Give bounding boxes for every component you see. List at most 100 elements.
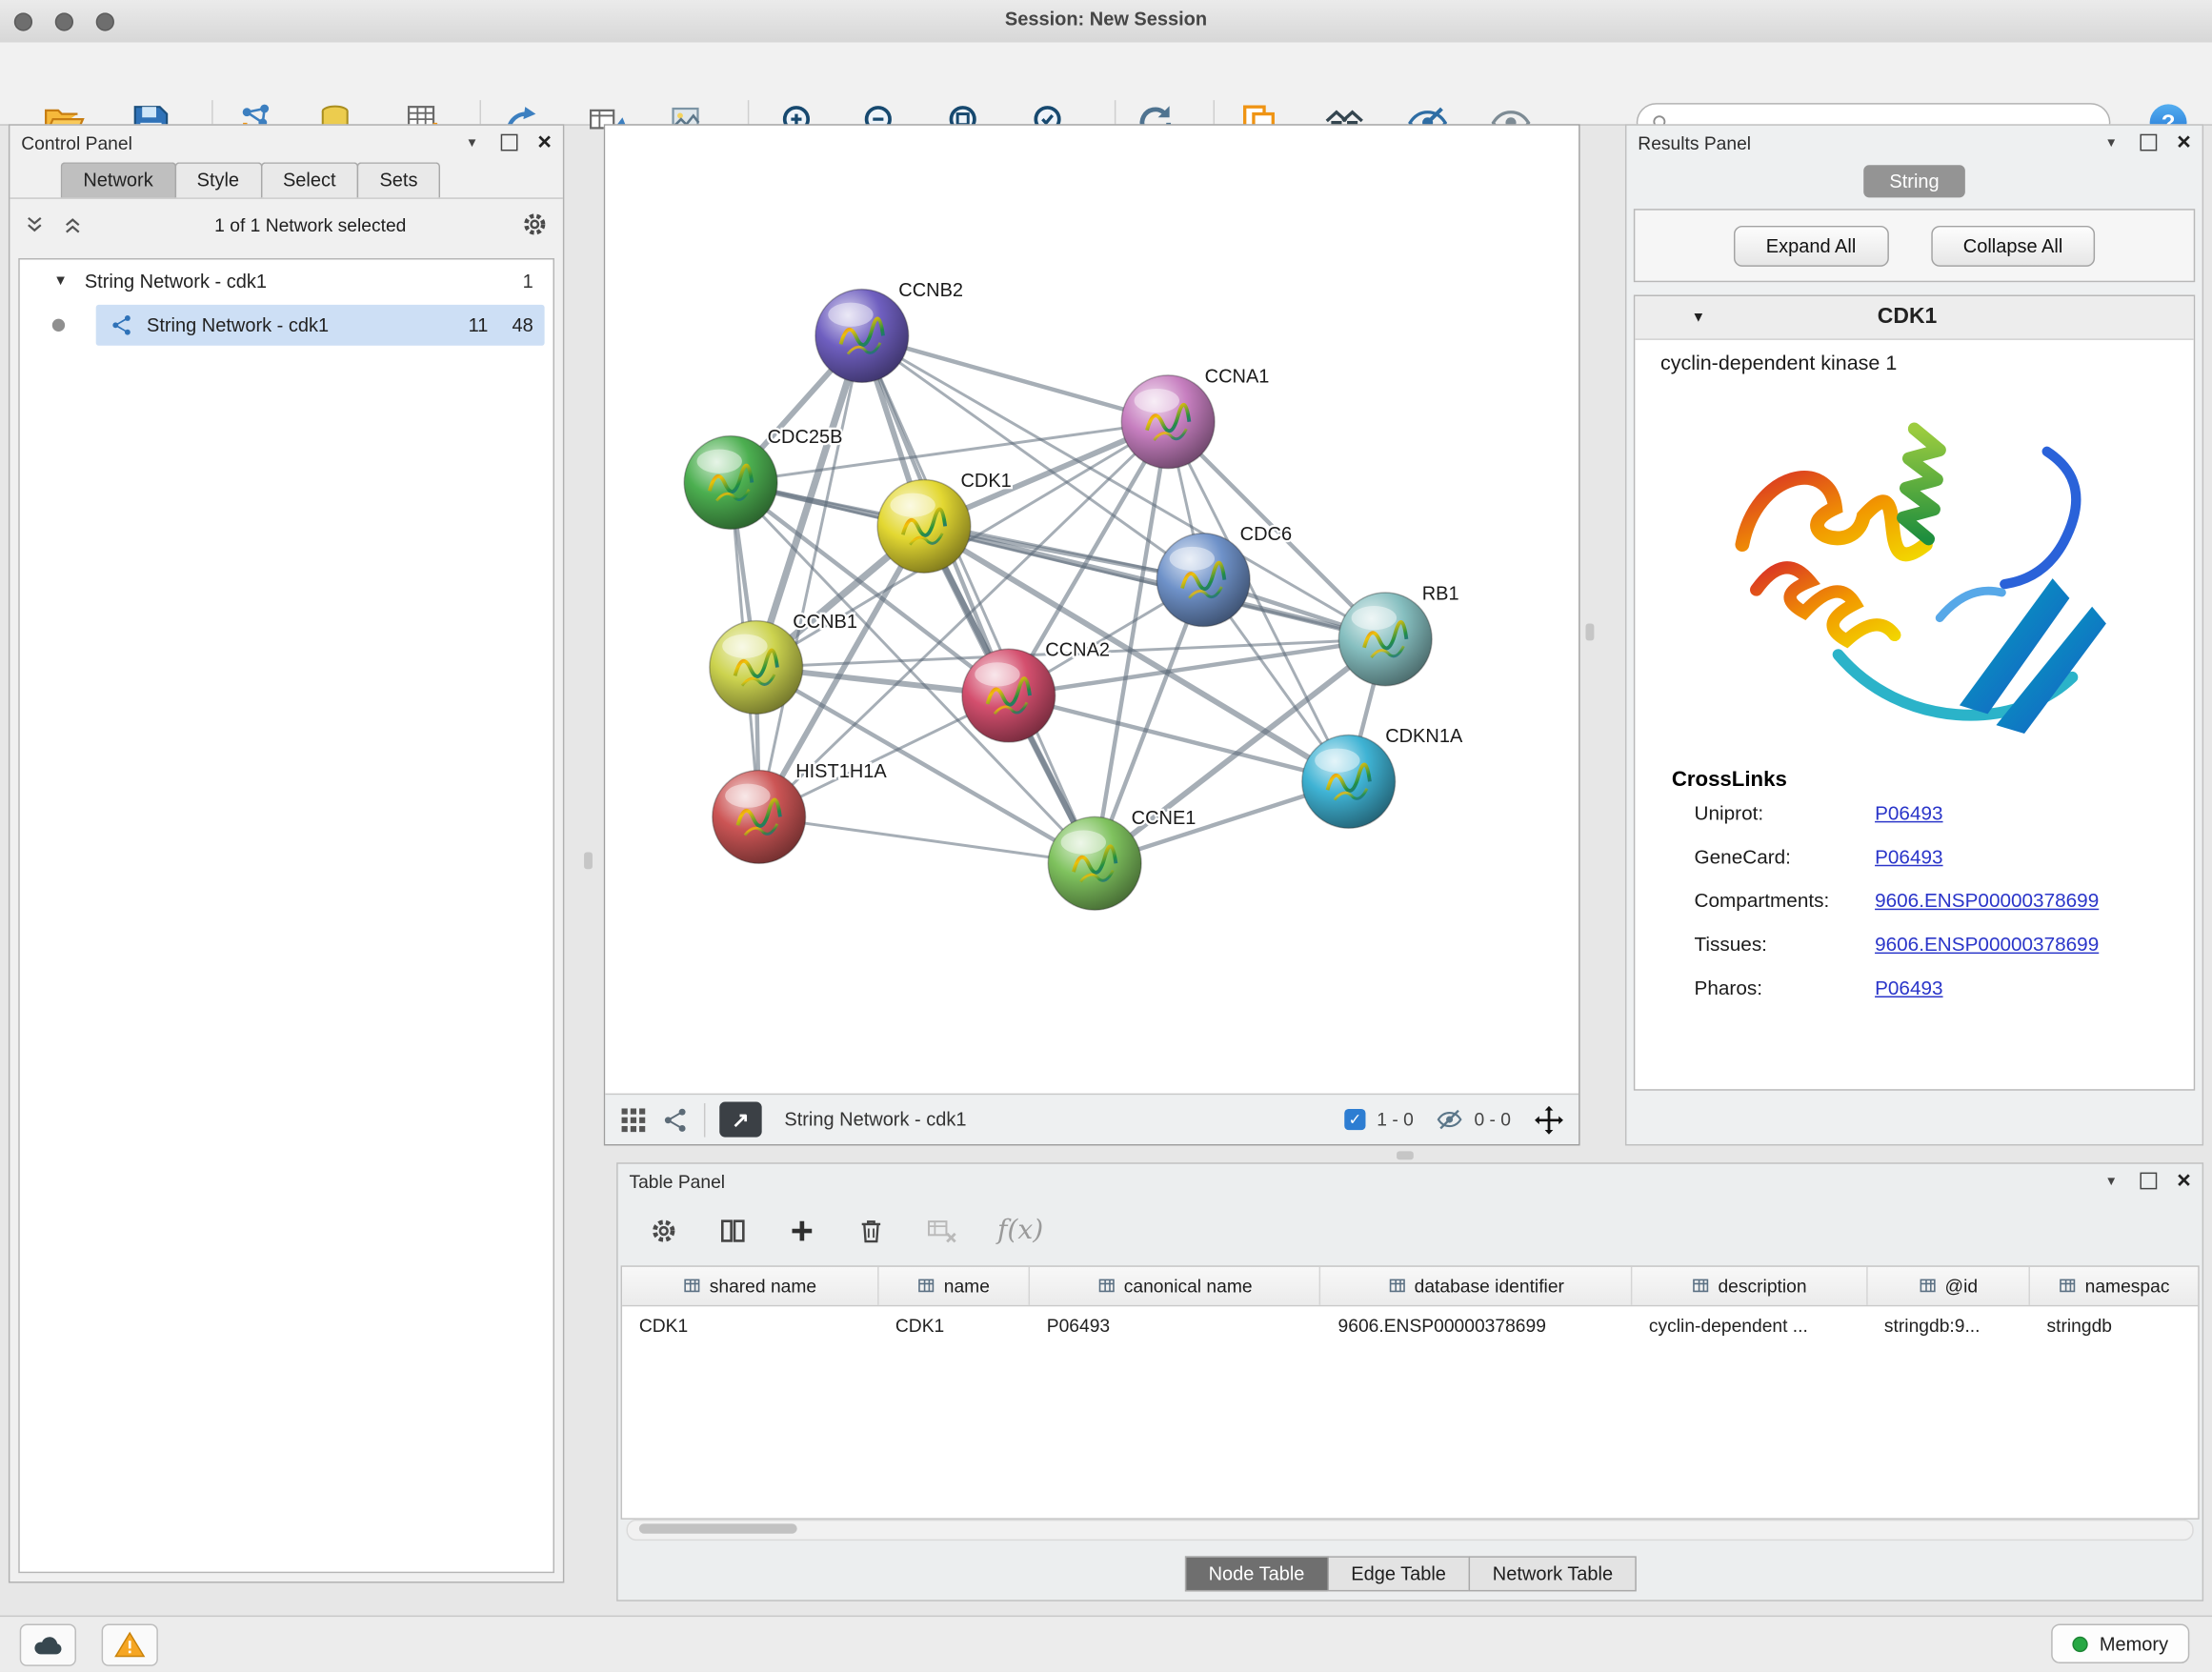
tab-select[interactable]: Select — [260, 162, 358, 197]
crosslink-link[interactable]: P06493 — [1875, 836, 1942, 879]
graph-node-label: CCNA2 — [1045, 640, 1110, 661]
selected-checkbox-icon[interactable]: ✓ — [1344, 1109, 1365, 1130]
cell-description[interactable]: cyclin-dependent ... — [1632, 1314, 1867, 1335]
window-titlebar: Session: New Session — [0, 0, 2212, 44]
crosslink-label: Pharos: — [1695, 966, 1876, 1010]
grid-view-icon[interactable] — [619, 1105, 648, 1134]
graph-node-CCNB2[interactable]: CCNB2 — [815, 280, 963, 382]
network-canvas[interactable]: CCNB2CCNA1CDC25BCDK1CDC6RB1CCNB1CCNA2CDK… — [605, 126, 1579, 1094]
cell-id[interactable]: stringdb:9... — [1867, 1314, 2030, 1335]
graph-edge[interactable] — [862, 335, 1095, 863]
cell-shared-name[interactable]: CDK1 — [622, 1314, 878, 1335]
show-columns-icon[interactable] — [718, 1216, 748, 1245]
control-panel: Control Panel ▼ × Network Style Select S… — [9, 124, 564, 1582]
column-header[interactable]: database identifier — [1321, 1267, 1632, 1305]
tab-style[interactable]: Style — [174, 162, 262, 197]
column-header[interactable]: description — [1632, 1267, 1867, 1305]
panel-menu-caret-icon[interactable]: ▼ — [2105, 135, 2118, 150]
graph-node-CDKN1A[interactable]: CDKN1A — [1302, 726, 1463, 828]
collapse-all-chevron-icon[interactable] — [62, 213, 83, 234]
graph-node-label: CDC25B — [768, 427, 843, 448]
crosslink-label: Compartments: — [1695, 879, 1876, 923]
crosslink-label: GeneCard: — [1695, 836, 1876, 879]
tree-expand-caret-icon[interactable]: ▼ — [53, 273, 68, 289]
crosslink-label: Tissues: — [1695, 922, 1876, 966]
hidden-eye-slash-icon — [1436, 1106, 1462, 1133]
graph-node-CCNE1[interactable]: CCNE1 — [1048, 808, 1196, 910]
control-panel-title: Control Panel — [21, 131, 132, 152]
cloud-button[interactable] — [20, 1623, 76, 1665]
tab-edge-table[interactable]: Edge Table — [1327, 1556, 1470, 1591]
graph-node-label: CDK1 — [960, 471, 1011, 492]
horizontal-splitter-handle[interactable] — [1397, 1151, 1414, 1159]
tab-sets[interactable]: Sets — [357, 162, 440, 197]
crosslink-link[interactable]: 9606.ENSP00000378699 — [1875, 922, 2099, 966]
column-header[interactable]: @id — [1867, 1267, 2030, 1305]
column-header[interactable]: shared name — [622, 1267, 878, 1305]
panel-close-icon[interactable]: × — [537, 132, 552, 152]
panel-close-icon[interactable]: × — [2177, 1171, 2191, 1191]
crosslink-link[interactable]: P06493 — [1875, 792, 1942, 836]
cell-canonical-name[interactable]: P06493 — [1030, 1314, 1321, 1335]
gear-icon[interactable] — [520, 211, 549, 239]
cell-database-identifier[interactable]: 9606.ENSP00000378699 — [1321, 1314, 1632, 1335]
column-header[interactable]: namespac — [2030, 1267, 2198, 1305]
graph-edge[interactable] — [862, 335, 1168, 421]
birdseye-view-button[interactable]: ↗ — [719, 1102, 761, 1138]
vertical-splitter-handle[interactable] — [1585, 624, 1594, 641]
pan-move-icon[interactable] — [1534, 1104, 1565, 1136]
column-header[interactable]: name — [878, 1267, 1030, 1305]
toolbar-separator — [704, 1102, 705, 1137]
network-share-small-icon[interactable] — [662, 1105, 691, 1134]
vertical-splitter-handle[interactable] — [584, 852, 593, 869]
expand-all-chevron-icon[interactable] — [24, 213, 45, 234]
network-graph[interactable]: CCNB2CCNA1CDC25BCDK1CDC6RB1CCNB1CCNA2CDK… — [605, 126, 1579, 1094]
panel-float-icon[interactable] — [501, 134, 518, 151]
crosslink-link[interactable]: P06493 — [1875, 966, 1942, 1010]
crosslink-row: Pharos: P06493 — [1635, 966, 2193, 1010]
memory-button[interactable]: Memory — [2052, 1623, 2190, 1662]
network-collection-row[interactable]: ▼ String Network - cdk1 1 — [20, 259, 553, 303]
graph-edge[interactable] — [924, 526, 1385, 638]
graph-edge[interactable] — [759, 335, 862, 816]
tab-network-table[interactable]: Network Table — [1469, 1556, 1638, 1591]
column-header[interactable]: canonical name — [1030, 1267, 1321, 1305]
collapse-caret-icon[interactable]: ▼ — [1692, 310, 1706, 325]
graph-node-RB1[interactable]: RB1 — [1338, 583, 1458, 685]
scrollbar-thumb[interactable] — [639, 1523, 797, 1533]
graph-edge[interactable] — [759, 816, 1095, 863]
panel-menu-caret-icon[interactable]: ▼ — [466, 135, 478, 150]
panel-menu-caret-icon[interactable]: ▼ — [2105, 1174, 2118, 1188]
crosslink-link[interactable]: 9606.ENSP00000378699 — [1875, 879, 2099, 923]
horizontal-scrollbar[interactable] — [627, 1520, 2194, 1541]
tab-node-table[interactable]: Node Table — [1184, 1556, 1328, 1591]
gene-section-header[interactable]: ▼ CDK1 — [1635, 296, 2193, 340]
cell-name[interactable]: CDK1 — [878, 1314, 1030, 1335]
graph-node-label: CCNB2 — [898, 280, 963, 301]
collapse-all-button[interactable]: Collapse All — [1931, 225, 2096, 266]
expand-all-button[interactable]: Expand All — [1734, 225, 1889, 266]
delete-column-trash-icon[interactable] — [856, 1216, 886, 1245]
protein-structure-image — [1702, 378, 2125, 762]
cell-namespace[interactable]: stringdb — [2030, 1314, 2198, 1335]
panel-close-icon[interactable]: × — [2177, 132, 2191, 152]
panel-float-icon[interactable] — [2141, 134, 2158, 151]
warning-button[interactable] — [102, 1623, 158, 1665]
add-column-plus-icon[interactable] — [787, 1216, 816, 1245]
table-panel: Table Panel ▼ × f(x) shar — [616, 1162, 2203, 1601]
function-builder-icon[interactable]: f(x) — [997, 1215, 1043, 1246]
results-panel-header: Results Panel ▼ × — [1626, 126, 2202, 160]
warning-icon — [112, 1628, 147, 1662]
network-edge-count: 48 — [513, 314, 533, 335]
graph-node-CCNA1[interactable]: CCNA1 — [1121, 366, 1269, 468]
tab-string[interactable]: String — [1864, 165, 1965, 197]
graph-node-CDK1[interactable]: CDK1 — [877, 471, 1012, 573]
graph-node-HIST1H1A[interactable]: HIST1H1A — [713, 761, 888, 863]
table-row[interactable]: CDK1 CDK1 P06493 9606.ENSP00000378699 cy… — [622, 1306, 2198, 1343]
gear-icon[interactable] — [649, 1216, 678, 1245]
gene-description: cyclin-dependent kinase 1 — [1635, 340, 2193, 375]
panel-float-icon[interactable] — [2141, 1173, 2158, 1190]
network-row-selected[interactable]: String Network - cdk1 11 48 — [20, 303, 553, 347]
tab-network[interactable]: Network — [61, 162, 176, 197]
status-bar: Memory — [0, 1616, 2212, 1672]
